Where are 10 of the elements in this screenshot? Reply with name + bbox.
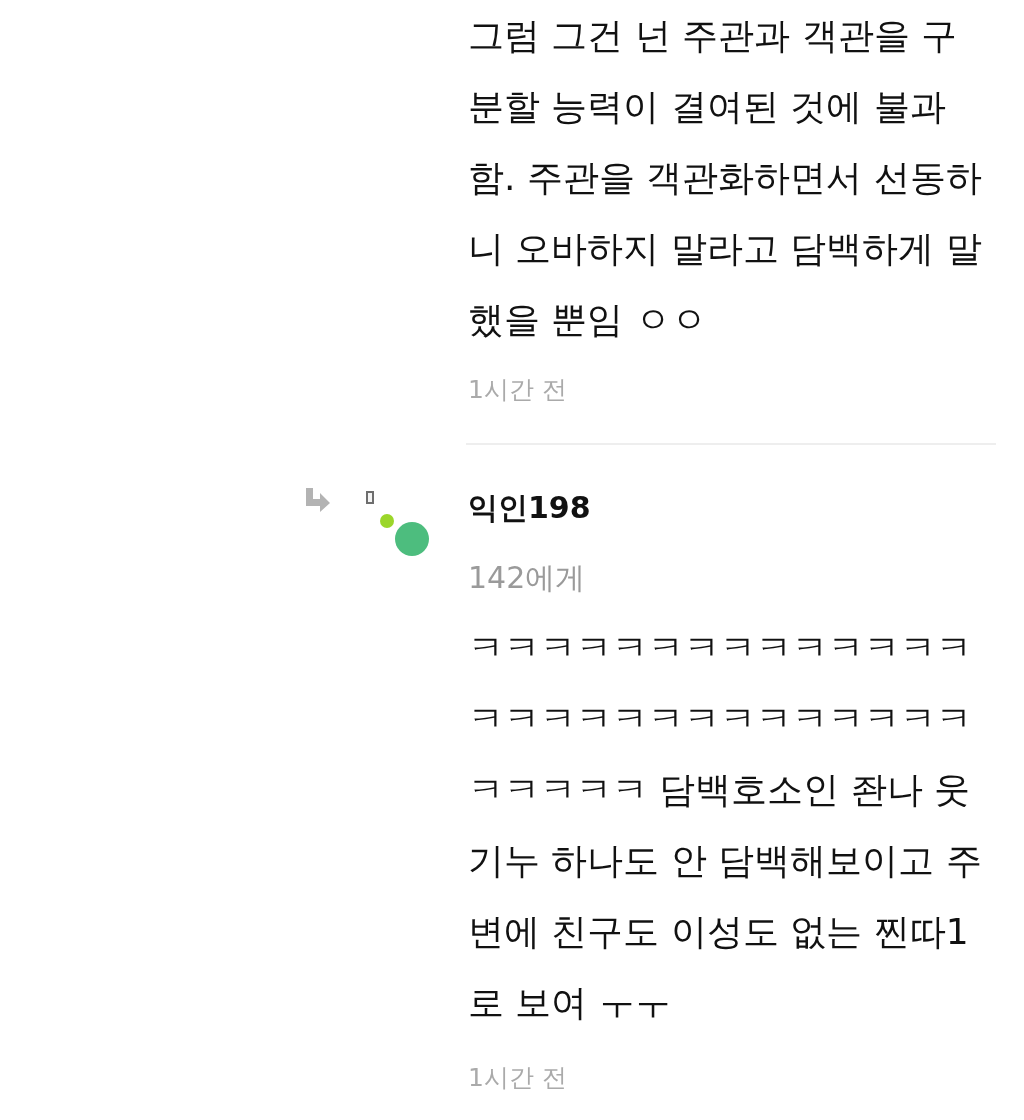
reply-target: 142에게 bbox=[468, 559, 586, 597]
comment-time: 1시간 전 bbox=[468, 1062, 567, 1094]
rectangle-icon bbox=[366, 491, 374, 504]
comment-text: ㅋㅋㅋㅋㅋㅋㅋㅋㅋㅋㅋㅋㅋㅋ ㅋㅋㅋㅋㅋㅋㅋㅋㅋㅋㅋㅋㅋㅋ ㅋㅋㅋㅋㅋ 담백호소인 좐나 웃 기누 하나도 안 담백해보이고 주 변에 친구도 이성도 없는 찐따1 로 보여 ㅜㅜ bbox=[468, 626, 982, 1025]
author-name: 익인198 bbox=[468, 489, 591, 527]
dot-icon bbox=[380, 514, 394, 528]
reply-arrow-icon bbox=[305, 488, 330, 512]
avatar-circle-icon bbox=[395, 522, 429, 556]
comment-text: 그럼 그건 넌 주관과 객관을 구 분할 능력이 결여된 것에 불과 함. 주관을 객관화하면서 선동하 니 오바하지 말라고 담백하게 말 했을 뿐임 ㅇㅇ bbox=[468, 14, 982, 342]
comment-time: 1시간 전 bbox=[468, 374, 567, 406]
